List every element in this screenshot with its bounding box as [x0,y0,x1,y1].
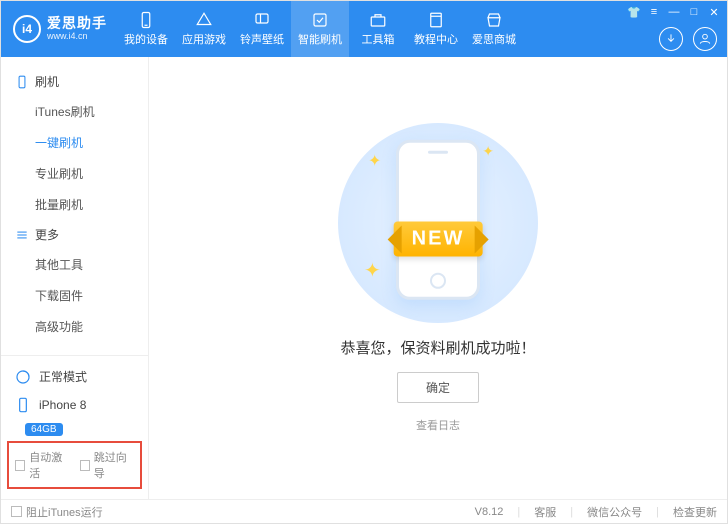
shop-icon [485,11,503,29]
sidebar-group-flash[interactable]: 刷机 [1,67,148,96]
mode-icon [15,369,31,385]
sidebar-group-title: 更多 [35,226,59,243]
device-small-icon [15,397,31,413]
brand-title: 爱思助手 [47,16,107,31]
minimize-icon[interactable]: — [667,5,681,19]
sidebar-group-title: 刷机 [35,73,59,90]
checkbox-label: 阻止iTunes运行 [26,504,103,520]
ribbon-label: NEW [394,222,483,257]
nav-label: 铃声壁纸 [240,31,284,47]
sidebar-item-oneclick-flash[interactable]: 一键刷机 [1,127,148,158]
checkbox-label: 自动激活 [29,449,69,481]
nav-label: 教程中心 [414,31,458,47]
skip-guide-checkbox[interactable]: 跳过向导 [80,449,135,481]
nav-ringtone[interactable]: 铃声壁纸 [233,1,291,57]
tshirt-icon[interactable]: 👕 [627,5,641,19]
version-label: V8.12 [475,506,504,518]
storage-badge: 64GB [25,423,63,436]
sparkle-icon: ✦ [482,143,494,160]
phone-illustration-icon [396,140,480,300]
sidebar-item-itunes-flash[interactable]: iTunes刷机 [1,96,148,127]
support-link[interactable]: 客服 [534,504,556,520]
menu-icon[interactable]: ≡ [647,5,661,19]
sidebar-item-advanced[interactable]: 高级功能 [1,311,148,342]
nav-tutorial[interactable]: 教程中心 [407,1,465,57]
device-icon [137,11,155,29]
device-row[interactable]: iPhone 8 [1,391,148,419]
sidebar-item-other-tools[interactable]: 其他工具 [1,249,148,280]
status-bar: 阻止iTunes运行 V8.12 | 客服 | 微信公众号 | 检查更新 [1,499,727,523]
sidebar-group-more[interactable]: 更多 [1,220,148,249]
nav-toolbox[interactable]: 工具箱 [349,1,407,57]
sidebar-item-batch-flash[interactable]: 批量刷机 [1,189,148,220]
apps-icon [195,11,213,29]
account-button[interactable] [693,27,717,51]
phone-outline-icon [15,75,29,89]
maximize-icon[interactable]: □ [687,5,701,19]
checkbox-icon [15,460,25,471]
main-content: ✦ ✦ ✦ NEW 恭喜您，保资料刷机成功啦！ 确定 查看日志 [149,57,727,499]
nav-shop[interactable]: 爱思商城 [465,1,523,57]
nav-flash[interactable]: 智能刷机 [291,1,349,57]
ok-button[interactable]: 确定 [397,372,479,403]
checkbox-icon [80,460,90,471]
auto-activate-checkbox[interactable]: 自动激活 [15,449,70,481]
device-mode-label: 正常模式 [39,368,87,385]
brand: i4 爱思助手 www.i4.cn [1,1,117,57]
success-message: 恭喜您，保资料刷机成功啦！ [340,337,535,358]
checkbox-label: 跳过向导 [94,449,134,481]
app-header: i4 爱思助手 www.i4.cn 我的设备 应用游戏 铃声壁纸 智能刷机 工具… [1,1,727,57]
nav-my-device[interactable]: 我的设备 [117,1,175,57]
book-icon [427,11,445,29]
nav-label: 爱思商城 [472,31,516,47]
window-controls: 👕 ≡ — □ ✕ [627,5,721,19]
sidebar-item-pro-flash[interactable]: 专业刷机 [1,158,148,189]
sparkle-icon: ✦ [364,258,381,283]
top-nav: 我的设备 应用游戏 铃声壁纸 智能刷机 工具箱 教程中心 爱思商城 [117,1,523,57]
success-illustration: ✦ ✦ ✦ NEW [338,123,538,323]
sidebar-item-download-firmware[interactable]: 下载固件 [1,280,148,311]
flash-icon [311,11,329,29]
block-itunes-checkbox[interactable]: 阻止iTunes运行 [11,504,103,520]
brand-logo-icon: i4 [13,15,41,43]
view-log-link[interactable]: 查看日志 [416,417,460,433]
music-icon [253,11,271,29]
nav-label: 工具箱 [362,31,395,47]
device-mode-row[interactable]: 正常模式 [1,362,148,391]
menu-lines-icon [15,228,29,242]
brand-url: www.i4.cn [47,32,107,42]
nav-label: 我的设备 [124,31,168,47]
nav-apps[interactable]: 应用游戏 [175,1,233,57]
check-update-link[interactable]: 检查更新 [673,504,717,520]
toolbox-icon [369,11,387,29]
sparkle-icon: ✦ [368,151,381,171]
nav-label: 智能刷机 [298,31,342,47]
wechat-link[interactable]: 微信公众号 [587,504,642,520]
new-ribbon: NEW [394,222,483,257]
download-button[interactable] [659,27,683,51]
device-name: iPhone 8 [39,398,86,412]
close-icon[interactable]: ✕ [707,5,721,19]
nav-label: 应用游戏 [182,31,226,47]
sidebar: 刷机 iTunes刷机 一键刷机 专业刷机 批量刷机 更多 其他工具 下载固件 … [1,57,149,499]
checkbox-icon [11,506,22,517]
highlighted-options: 自动激活 跳过向导 [7,441,142,489]
